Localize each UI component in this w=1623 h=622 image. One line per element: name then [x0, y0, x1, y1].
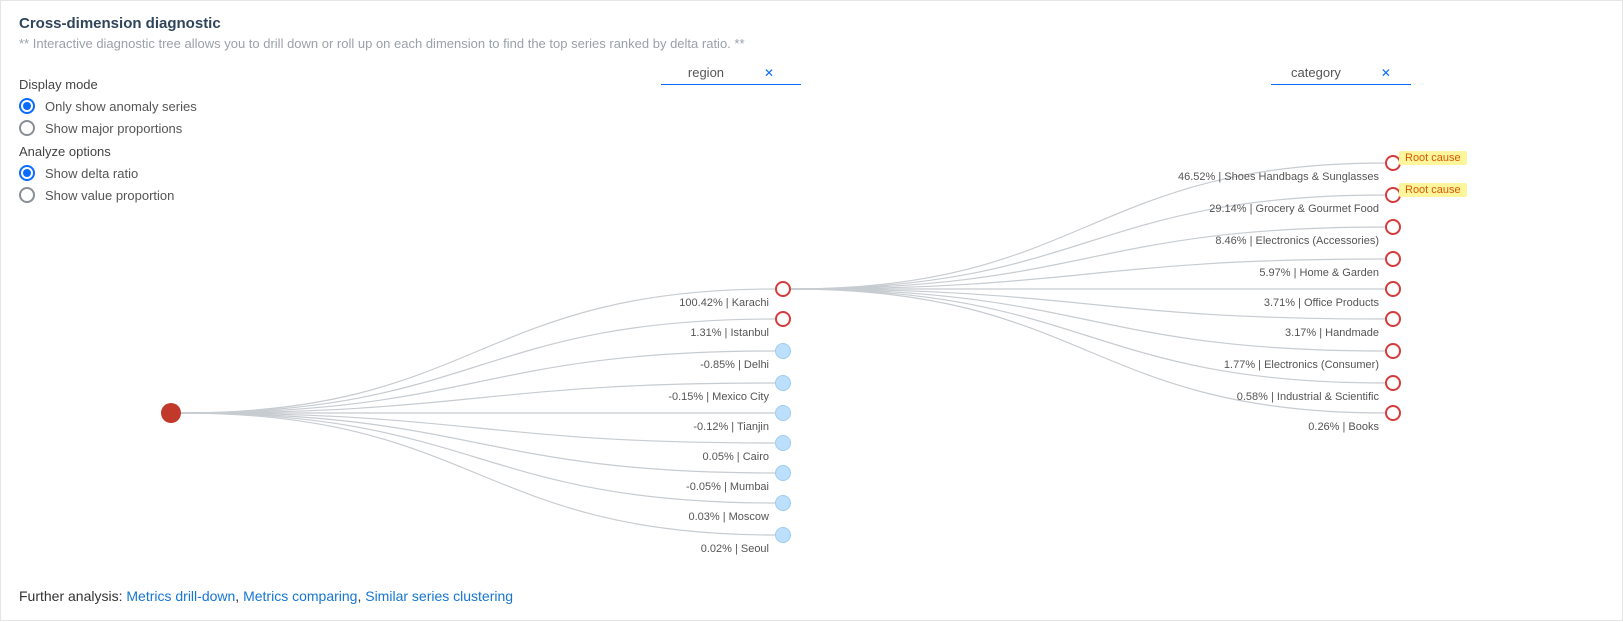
tree-region-node[interactable]	[775, 311, 791, 327]
tree-category-node[interactable]	[1385, 251, 1401, 267]
dimension-header-category[interactable]: category ✕	[1271, 61, 1411, 85]
root-cause-badge: Root cause	[1399, 183, 1467, 197]
tree-node-label: 3.17% | Handmade	[1285, 327, 1379, 339]
tree-node-label: 0.26% | Books	[1308, 421, 1379, 433]
display-mode-option[interactable]: Only show anomaly series	[19, 98, 279, 114]
dimension-name: region	[688, 65, 724, 80]
analyze-options-label: Analyze options	[19, 144, 279, 159]
tree-category-node[interactable]	[1385, 219, 1401, 235]
further-analysis-prefix: Further analysis:	[19, 588, 126, 604]
tree-node-label: 29.14% | Grocery & Gourmet Food	[1209, 203, 1379, 215]
tree-root-node[interactable]	[161, 403, 181, 423]
analyze-options-option[interactable]: Show value proportion	[19, 187, 279, 203]
display-mode-label: Display mode	[19, 77, 279, 92]
tree-region-node[interactable]	[775, 465, 791, 481]
controls-block: Display mode Only show anomaly series Sho…	[19, 69, 279, 209]
tree-region-node[interactable]	[775, 495, 791, 511]
further-analysis-link[interactable]: Similar series clustering	[365, 588, 513, 604]
tree-node-label: 1.31% | Istanbul	[690, 327, 769, 339]
tree-region-node[interactable]	[775, 343, 791, 359]
radio-label: Show major proportions	[45, 121, 182, 136]
radio-icon[interactable]	[19, 98, 35, 114]
dimension-name: category	[1291, 65, 1341, 80]
tree-node-label: 5.97% | Home & Garden	[1259, 267, 1379, 279]
tree-category-node[interactable]	[1385, 375, 1401, 391]
further-analysis: Further analysis: Metrics drill-down, Me…	[19, 588, 513, 604]
tree-region-node[interactable]	[775, 405, 791, 421]
tree-node-label: -0.15% | Mexico City	[668, 391, 769, 403]
dimension-header-region[interactable]: region ✕	[661, 61, 801, 85]
tree-node-label: 0.05% | Cairo	[703, 451, 769, 463]
tree-region-node[interactable]	[775, 281, 791, 297]
tree-node-label: 0.58% | Industrial & Scientific	[1237, 391, 1379, 403]
tree-node-label: 0.03% | Moscow	[688, 511, 769, 523]
tree-node-label: 100.42% | Karachi	[679, 297, 769, 309]
radio-label: Show delta ratio	[45, 166, 138, 181]
further-analysis-link[interactable]: Metrics comparing	[243, 588, 357, 604]
panel-title: Cross-dimension diagnostic	[19, 15, 1604, 32]
close-icon[interactable]: ✕	[764, 66, 774, 80]
tree-region-node[interactable]	[775, 527, 791, 543]
further-analysis-link[interactable]: Metrics drill-down	[126, 588, 235, 604]
tree-node-label: 1.77% | Electronics (Consumer)	[1224, 359, 1379, 371]
tree-region-node[interactable]	[775, 435, 791, 451]
display-mode-option[interactable]: Show major proportions	[19, 120, 279, 136]
tree-category-node[interactable]	[1385, 343, 1401, 359]
tree-category-node[interactable]	[1385, 311, 1401, 327]
radio-icon[interactable]	[19, 165, 35, 181]
tree-node-label: 0.02% | Seoul	[701, 543, 769, 555]
analyze-options-option[interactable]: Show delta ratio	[19, 165, 279, 181]
tree-node-label: -0.85% | Delhi	[700, 359, 769, 371]
tree-node-label: -0.12% | Tianjin	[693, 421, 769, 433]
tree-node-label: 3.71% | Office Products	[1264, 297, 1379, 309]
radio-label: Only show anomaly series	[45, 99, 197, 114]
diagnostic-panel: Cross-dimension diagnostic ** Interactiv…	[0, 0, 1623, 621]
close-icon[interactable]: ✕	[1381, 66, 1391, 80]
panel-subtitle: ** Interactive diagnostic tree allows yo…	[19, 36, 1604, 51]
tree-node-label: 46.52% | Shoes Handbags & Sunglasses	[1178, 171, 1379, 183]
radio-icon[interactable]	[19, 120, 35, 136]
tree-category-node[interactable]	[1385, 281, 1401, 297]
root-cause-badge: Root cause	[1399, 151, 1467, 165]
tree-node-label: 8.46% | Electronics (Accessories)	[1215, 235, 1379, 247]
radio-label: Show value proportion	[45, 188, 174, 203]
tree-category-node[interactable]	[1385, 405, 1401, 421]
radio-icon[interactable]	[19, 187, 35, 203]
tree-region-node[interactable]	[775, 375, 791, 391]
tree-node-label: -0.05% | Mumbai	[686, 481, 769, 493]
